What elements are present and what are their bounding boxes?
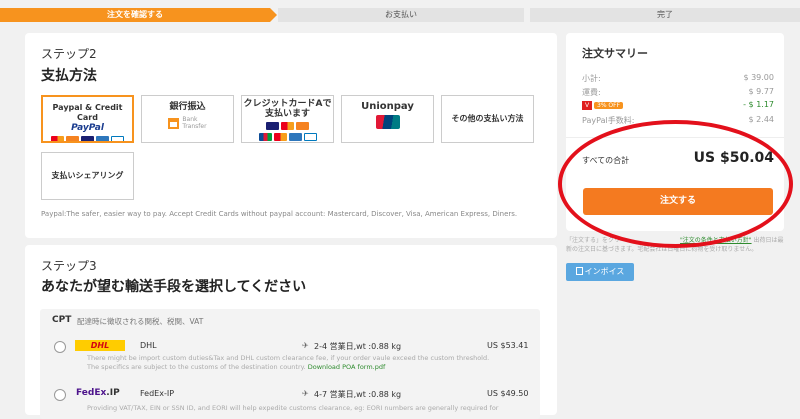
- card-logos: [43, 136, 132, 141]
- step3-label: ステップ3: [41, 259, 97, 273]
- visa-icon: [81, 136, 94, 141]
- payment-option-credit-card[interactable]: クレジットカードAで支払います: [241, 95, 334, 143]
- invoice-label: インボイス: [584, 267, 625, 276]
- step3-title: あなたが望む輸送手段を選択してください: [41, 279, 307, 295]
- subtotal-label: 小計:: [582, 74, 601, 83]
- shipping-label: 運費:: [582, 88, 601, 97]
- place-order-button[interactable]: 注文する: [583, 188, 773, 215]
- poa-download-link[interactable]: Download POA form.pdf: [308, 363, 386, 371]
- desc-line: There might be import custom duties&Tax …: [87, 354, 490, 362]
- discount-badge: 3% OFF: [594, 102, 624, 109]
- invoice-icon: [575, 267, 583, 275]
- checkout-progress: 注文を確認する お支払い 完了: [0, 8, 800, 22]
- shipping-method-panel: ステップ3 あなたが望む輸送手段を選択してください CPT 配達時に徴収される関…: [25, 245, 557, 419]
- shipping-carrier-dhl: DHL: [140, 341, 157, 350]
- unionpay-icon: [375, 115, 400, 129]
- shipping-eta-dhl: 2-4 営業日,wt :0.88 kg: [314, 342, 402, 351]
- invoice-button[interactable]: インボイス: [566, 263, 634, 281]
- progress-step-payment: お支払い: [278, 8, 524, 22]
- fedex-logo-text: FedEx: [76, 388, 107, 398]
- bank-sub2: Transfer: [182, 123, 207, 130]
- amex-icon: [288, 133, 302, 141]
- step2-title: 支払方法: [41, 68, 97, 84]
- payment-option-label: 支払いシェアリング: [51, 171, 124, 180]
- visa-icon: [266, 122, 279, 130]
- discover-icon: [296, 122, 309, 130]
- shipping-desc-dhl: There might be import custom duties&Tax …: [87, 354, 507, 372]
- desc-line: The specifics are subject to the customs…: [87, 363, 306, 371]
- shipping-radio-dhl[interactable]: [54, 341, 66, 353]
- payment-option-label: クレジットカードAで支払います: [243, 99, 332, 119]
- order-note: 「注文する」をクリ "注文の条件と支払い方針" 出荷日は最新の注文日に基づきます。…: [566, 236, 784, 254]
- shipping-price-dhl: US $53.41: [487, 341, 529, 350]
- step2-label: ステップ2: [41, 47, 97, 61]
- discount-value: - $ 1.17: [743, 100, 774, 109]
- summary-divider: [566, 137, 784, 138]
- bank-sub1: Bank: [182, 116, 198, 123]
- mastercard-icon: [51, 136, 64, 141]
- payment-option-label: Unionpay: [361, 101, 414, 112]
- fedex-logo: FedEx.IP: [76, 388, 120, 398]
- payment-option-unionpay[interactable]: Unionpay: [341, 95, 434, 143]
- payment-option-label: Paypal & Credit Card: [52, 103, 123, 122]
- payment-option-sharing[interactable]: 支払いシェアリング: [41, 152, 134, 200]
- bank-icon: [168, 117, 180, 129]
- payment-option-label: その他の支払い方法: [451, 114, 524, 123]
- payment-option-other[interactable]: その他の支払い方法: [441, 95, 534, 143]
- shipping-radio-fedex[interactable]: [54, 389, 66, 401]
- payment-option-paypal[interactable]: Paypal & Credit Card PayPal: [41, 95, 134, 143]
- subtotal-value: $ 39.00: [743, 73, 774, 82]
- fedex-logo-suffix: .IP: [106, 388, 120, 398]
- cpt-desc: 配達時に徴収される関税、税関、VAT: [77, 317, 204, 326]
- summary-subtotal-row: 小計: $ 39.00: [582, 73, 774, 84]
- vip-icon: V: [582, 101, 592, 110]
- progress-step-done: 完了: [530, 8, 800, 22]
- plane-icon: ✈: [302, 341, 309, 350]
- diners-icon: [111, 136, 124, 141]
- terms-link[interactable]: "注文の条件と支払い方針": [680, 237, 752, 244]
- shipping-desc-fedex: Providing VAT/TAX, EIN or SSN ID, and EO…: [87, 404, 499, 412]
- cpt-section: CPT 配達時に徴収される関税、税関、VAT DHL DHL ✈ 2-4 営業日…: [40, 309, 540, 419]
- payment-method-panel: ステップ2 支払方法 Paypal & Credit Card PayPal 銀…: [25, 33, 557, 238]
- plane-icon: ✈: [302, 389, 309, 398]
- paypal-logo: PayPal: [71, 123, 104, 133]
- order-summary-panel: 注文サマリー 小計: $ 39.00 運費: $ 9.77 V 3% OFF - …: [566, 33, 784, 231]
- mastercard-icon: [281, 122, 294, 130]
- payment-option-bank-transfer[interactable]: 銀行振込 Bank Transfer: [141, 95, 234, 143]
- jcb-icon: [258, 133, 272, 141]
- order-note-text: 「注文する」をクリ: [566, 237, 621, 244]
- card-logos: [242, 122, 333, 130]
- paypal-fee-label: PayPal手数料:: [582, 116, 635, 125]
- summary-paypal-fee-row: PayPal手数料: $ 2.44: [582, 115, 774, 126]
- shipping-carrier-fedex: FedEx-IP: [140, 389, 175, 398]
- payment-option-label: 銀行振込: [169, 102, 206, 112]
- dhl-logo: DHL: [75, 340, 125, 351]
- progress-step-confirm: 注文を確認する: [0, 8, 277, 22]
- amex-icon: [96, 136, 109, 141]
- diners-icon: [303, 133, 317, 141]
- summary-shipping-row: 運費: $ 9.77: [582, 87, 774, 98]
- shipping-value: $ 9.77: [748, 87, 774, 96]
- total-value: US $50.04: [693, 150, 774, 166]
- payment-note: Paypal:The safer, easier way to pay. Acc…: [41, 210, 518, 218]
- card-logos-row2: [242, 133, 333, 141]
- total-label: すべての合計: [582, 156, 630, 165]
- paypal-fee-value: $ 2.44: [748, 115, 774, 124]
- summary-title: 注文サマリー: [582, 47, 648, 60]
- cpt-code: CPT: [52, 315, 72, 325]
- summary-discount-row: V 3% OFF - $ 1.17: [582, 100, 774, 110]
- discover-icon: [66, 136, 79, 141]
- shipping-price-fedex: US $49.50: [487, 389, 529, 398]
- mastercard-icon: [273, 133, 287, 141]
- shipping-eta-fedex: 4-7 営業日,wt :0.88 kg: [314, 390, 402, 399]
